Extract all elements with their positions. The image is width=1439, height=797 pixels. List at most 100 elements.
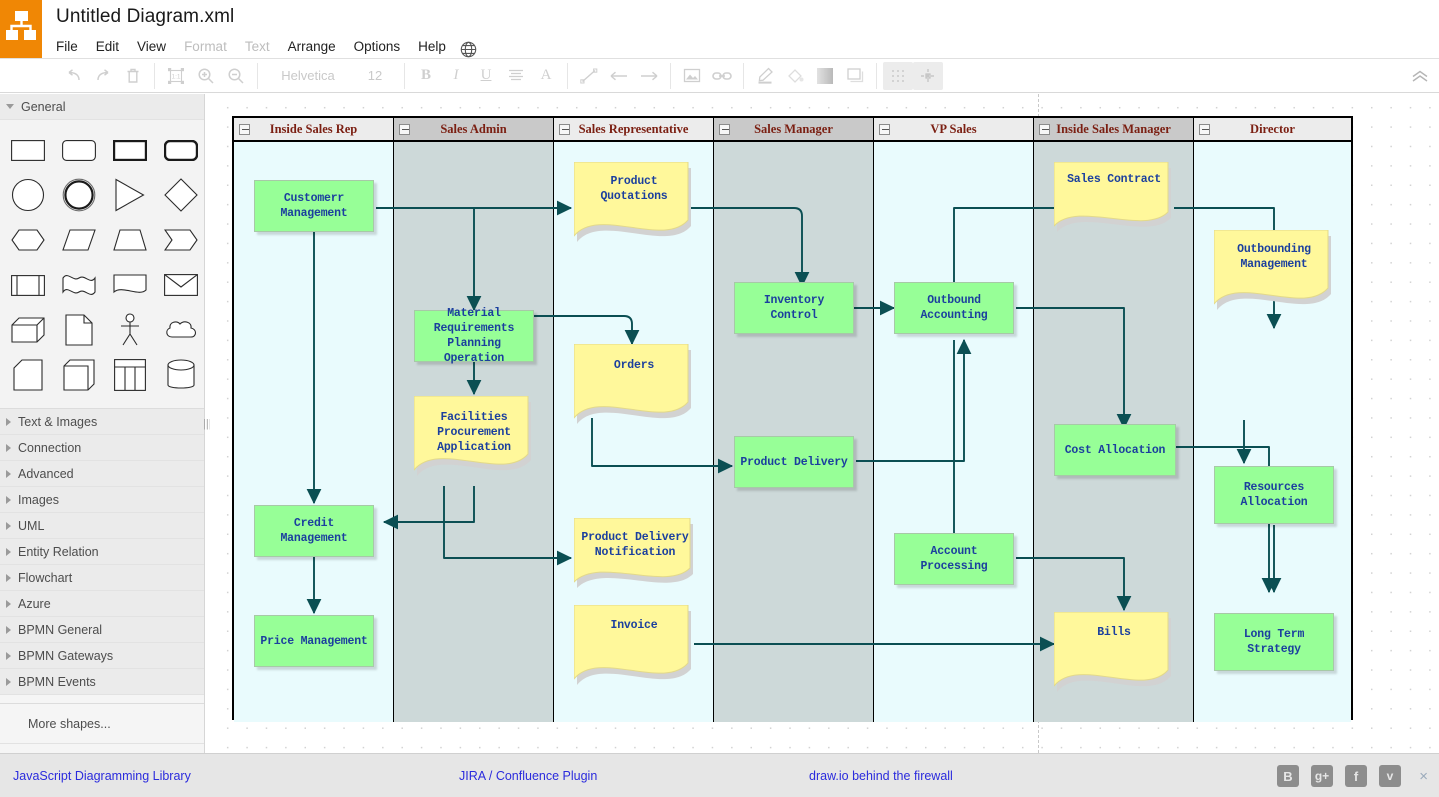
lane-header-vp-sales[interactable]: VP Sales (874, 118, 1034, 142)
sidebar-section-bpmn-events[interactable]: BPMN Events (0, 669, 204, 695)
trash-icon[interactable] (118, 62, 148, 90)
sidebar-section-uml[interactable]: UML (0, 513, 204, 539)
sidebar-section-entity-relation[interactable]: Entity Relation (0, 539, 204, 565)
cylinder-shape[interactable] (159, 353, 203, 397)
menu-help[interactable]: Help (418, 39, 446, 54)
blogger-icon[interactable]: B (1277, 765, 1299, 787)
zoom-in-icon[interactable] (191, 62, 221, 90)
menu-view[interactable]: View (137, 39, 166, 54)
footer-link-js-library[interactable]: JavaScript Diagramming Library (13, 769, 191, 783)
menu-options[interactable]: Options (354, 39, 401, 54)
lane-collapse-icon[interactable] (1039, 124, 1050, 135)
lane-collapse-icon[interactable] (719, 124, 730, 135)
node-price-management[interactable]: Price Management (254, 615, 374, 667)
node-product-delivery[interactable]: Product Delivery (734, 436, 854, 488)
insert-link-icon[interactable] (707, 62, 737, 90)
waypoints-icon[interactable] (913, 61, 943, 90)
node-credit-management[interactable]: Credit Management (254, 505, 374, 557)
shadow-icon[interactable] (810, 62, 840, 90)
lane-header-inside-sales-rep[interactable]: Inside Sales Rep (234, 118, 394, 142)
parallelogram-shape[interactable] (57, 218, 101, 262)
sidebar-section-flowchart[interactable]: Flowchart (0, 565, 204, 591)
node-product-delivery-notification[interactable]: Product Delivery Notification (574, 518, 696, 598)
lane-collapse-icon[interactable] (399, 124, 410, 135)
node-account-processing[interactable]: Account Processing (894, 533, 1014, 585)
node-bills[interactable]: Bills (1054, 612, 1174, 704)
bold-rounded-rectangle-shape[interactable] (159, 128, 203, 172)
lane-header-sales-representative[interactable]: Sales Representative (554, 118, 714, 142)
tape-shape[interactable] (57, 263, 101, 307)
node-material-requirements-planning-operation[interactable]: Material Requirements Planning Operation (414, 307, 534, 365)
undo-icon[interactable] (58, 62, 88, 90)
node-orders[interactable]: Orders (574, 344, 694, 436)
card-shape[interactable] (6, 353, 50, 397)
cloud-shape[interactable] (159, 308, 203, 352)
arrow-right-icon[interactable] (634, 62, 664, 90)
rounded-shape-icon[interactable] (840, 62, 870, 90)
insert-image-icon[interactable] (677, 62, 707, 90)
zoom-out-icon[interactable] (221, 62, 251, 90)
bold-button[interactable]: B (411, 62, 441, 90)
lane-collapse-icon[interactable] (559, 124, 570, 135)
redo-icon[interactable] (88, 62, 118, 90)
sidebar-section-azure[interactable]: Azure (0, 591, 204, 617)
align-left-icon[interactable] (501, 62, 531, 90)
ellipse-shape[interactable] (6, 173, 50, 217)
node-inventory-control[interactable]: Inventory Control (734, 282, 854, 334)
zoom-actual-size-icon[interactable]: 1:1 (161, 62, 191, 90)
globe-icon[interactable] (460, 41, 477, 58)
node-long-term-strategy[interactable]: Long Term Strategy (1214, 613, 1334, 671)
underline-button[interactable]: U (471, 62, 501, 90)
twitter-icon[interactable]: ᴠ (1379, 765, 1401, 787)
sidebar-resize-handle[interactable]: ||| (203, 415, 212, 433)
diagram-canvas[interactable]: Inside Sales Rep Sales Admin Sales Repre… (210, 94, 1439, 753)
node-invoice[interactable]: Invoice (574, 605, 694, 697)
more-shapes-button[interactable]: More shapes... (0, 704, 204, 744)
sidebar-section-connection[interactable]: Connection (0, 435, 204, 461)
swimlane-pool[interactable]: Inside Sales Rep Sales Admin Sales Repre… (232, 116, 1353, 722)
note-shape[interactable] (57, 308, 101, 352)
document-shape[interactable] (108, 263, 152, 307)
grid-icon[interactable] (883, 61, 913, 90)
line-icon[interactable] (574, 62, 604, 90)
lane-collapse-icon[interactable] (239, 124, 250, 135)
node-outbound-accounting[interactable]: Outbound Accounting (894, 282, 1014, 334)
table-shape[interactable] (108, 353, 152, 397)
menu-edit[interactable]: Edit (96, 39, 119, 54)
collapse-toolbar-icon[interactable] (1411, 67, 1429, 87)
internal-storage-shape[interactable] (57, 353, 101, 397)
node-resources-allocation[interactable]: Resources Allocation (1214, 466, 1334, 524)
lane-collapse-icon[interactable] (1199, 124, 1210, 135)
lane-header-inside-sales-manager[interactable]: Inside Sales Manager (1034, 118, 1194, 142)
sidebar-section-general[interactable]: General (0, 94, 204, 120)
lane-header-sales-admin[interactable]: Sales Admin (394, 118, 554, 142)
footer-link-behind-firewall[interactable]: draw.io behind the firewall (809, 769, 953, 783)
node-outbounding-management[interactable]: Outbounding Management (1214, 230, 1334, 322)
lane-collapse-icon[interactable] (879, 124, 890, 135)
rectangle-shape[interactable] (6, 128, 50, 172)
rounded-rectangle-shape[interactable] (57, 128, 101, 172)
bold-rectangle-shape[interactable] (108, 128, 152, 172)
close-icon[interactable]: × (1419, 768, 1428, 785)
node-product-quotations[interactable]: Product Quotations (574, 162, 694, 254)
font-color-icon[interactable]: A (531, 62, 561, 90)
sidebar-section-bpmn-general[interactable]: BPMN General (0, 617, 204, 643)
cube-shape[interactable] (6, 308, 50, 352)
node-cost-allocation[interactable]: Cost Allocation (1054, 424, 1176, 476)
lane-header-director[interactable]: Director (1194, 118, 1351, 142)
google-plus-icon[interactable]: g+ (1311, 765, 1333, 787)
node-customerr-management[interactable]: Customerr Management (254, 180, 374, 232)
node-facilities-procurement-application[interactable]: Facilities Procurement Application (414, 396, 534, 488)
step-shape[interactable] (159, 218, 203, 262)
arrow-left-icon[interactable] (604, 62, 634, 90)
actor-shape[interactable] (108, 308, 152, 352)
lane-header-sales-manager[interactable]: Sales Manager (714, 118, 874, 142)
menu-file[interactable]: File (56, 39, 78, 54)
sidebar-section-images[interactable]: Images (0, 487, 204, 513)
process-shape[interactable] (6, 263, 50, 307)
triangle-shape[interactable] (108, 173, 152, 217)
font-family-select[interactable]: Helvetica (264, 62, 352, 90)
italic-button[interactable]: I (441, 62, 471, 90)
sidebar-section-bpmn-gateways[interactable]: BPMN Gateways (0, 643, 204, 669)
node-sales-contract[interactable]: Sales Contract (1054, 162, 1174, 242)
